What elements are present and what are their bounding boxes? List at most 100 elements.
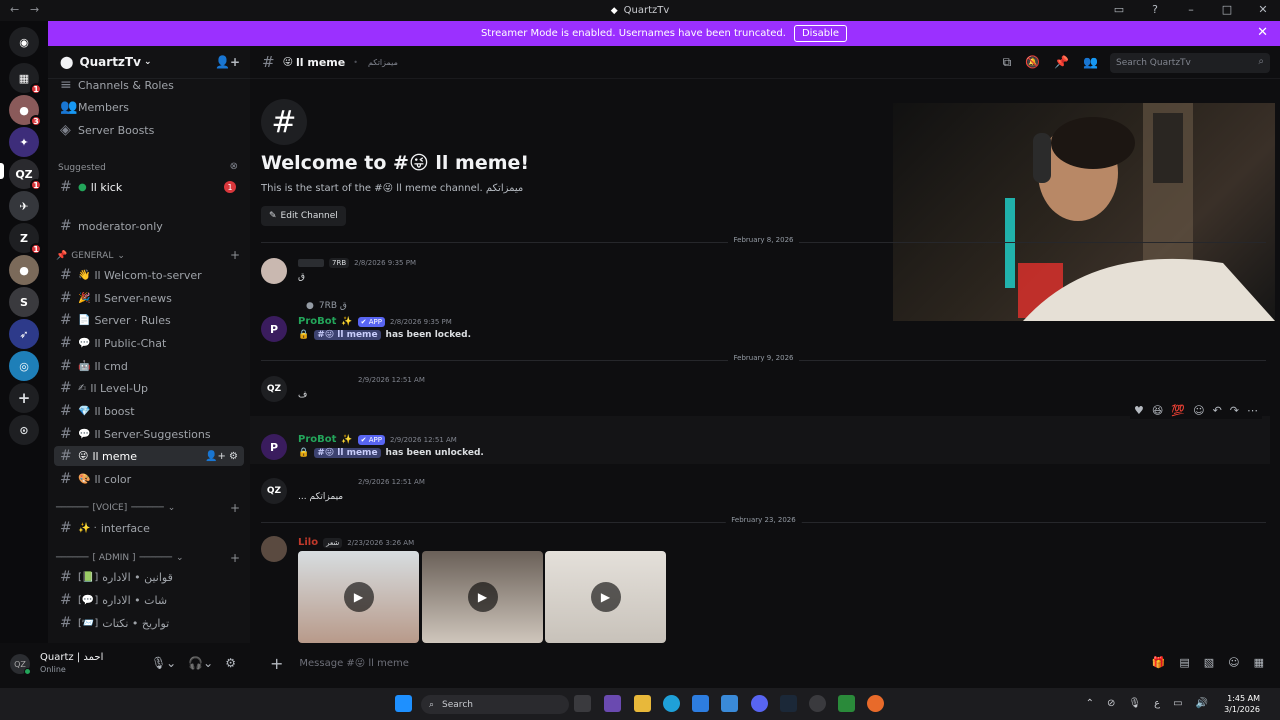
- sidebar-item-kick[interactable]: # ● ll kick 1: [54, 177, 244, 197]
- discord-home-icon[interactable]: ◉: [9, 27, 39, 57]
- channel-topic[interactable]: ميمزاتكم: [368, 58, 398, 67]
- back-arrow-icon[interactable]: ←: [10, 3, 19, 16]
- add-server-icon[interactable]: +: [9, 383, 39, 413]
- sidebar-item-channel[interactable]: # 💬 ll Server-Suggestions: [54, 424, 244, 444]
- message-input[interactable]: Message #😜 ll meme: [299, 658, 409, 669]
- firefox-icon[interactable]: [867, 695, 884, 712]
- server-icon[interactable]: ▦ 1: [9, 63, 42, 95]
- sticker-icon[interactable]: ▧: [1204, 656, 1214, 669]
- category-admin[interactable]: ──────[ ADMIN ] ────── ⌄: [56, 553, 184, 563]
- user-names[interactable]: Quartz | احمد Online: [40, 652, 103, 676]
- avatar[interactable]: QZ: [10, 654, 31, 675]
- app-icon[interactable]: [838, 695, 855, 712]
- sidebar-item-admin-log[interactable]: # [📨] تواريخ • نكتات: [54, 613, 244, 633]
- task-view-icon[interactable]: [574, 695, 591, 712]
- inbox-icon[interactable]: ▭: [1112, 3, 1126, 16]
- help-icon[interactable]: ?: [1148, 3, 1162, 16]
- add-channel-icon[interactable]: +: [230, 248, 240, 262]
- avatar[interactable]: QZ: [261, 376, 287, 402]
- emoji-icon[interactable]: ☺: [1228, 656, 1239, 669]
- forward-arrow-icon[interactable]: →: [30, 3, 39, 16]
- discord-taskbar-icon[interactable]: [751, 695, 768, 712]
- notifications-muted-icon[interactable]: 🔕: [1025, 55, 1040, 70]
- pin-icon[interactable]: 📌: [1054, 55, 1069, 70]
- sidebar-item-server-boosts[interactable]: ◈ Server Boosts: [54, 120, 244, 140]
- search-input[interactable]: Search QuartzTv ⌕: [1110, 53, 1270, 73]
- message-composer[interactable]: + Message #😜 ll meme 🎁 ▤ ▧ ☺ ▦: [260, 649, 1270, 677]
- sidebar-item-channel[interactable]: # ✍ ll Level-Up: [54, 378, 244, 398]
- microphone-icon[interactable]: 🎙⌄: [151, 656, 176, 670]
- gif-icon[interactable]: ▤: [1179, 656, 1189, 669]
- server-icon[interactable]: ✦: [9, 127, 39, 157]
- taskbar-clock[interactable]: 1:45 AM 3/1/2026: [1224, 693, 1260, 715]
- headphones-icon[interactable]: 🎧⌄: [188, 656, 213, 670]
- sidebar-item-moderator-only[interactable]: # moderator-only: [54, 216, 244, 236]
- server-icon[interactable]: QZ 1: [9, 159, 42, 191]
- chevron-up-icon[interactable]: ⌃: [1086, 698, 1094, 709]
- add-channel-icon[interactable]: +: [230, 501, 240, 515]
- server-icon[interactable]: S: [9, 287, 39, 317]
- apps-icon[interactable]: ▦: [1254, 656, 1264, 669]
- gear-icon[interactable]: ⚙: [225, 656, 236, 670]
- sidebar-item-members[interactable]: 👥 Members: [54, 97, 244, 117]
- channel-settings-icon[interactable]: 👤+ ⚙: [205, 451, 238, 462]
- forward-icon[interactable]: ↷: [1230, 404, 1239, 417]
- reply-icon[interactable]: ↶: [1213, 404, 1222, 417]
- avatar[interactable]: [261, 536, 287, 562]
- sidebar-item-admin-rules[interactable]: # [📗] قوانين • الاداره: [54, 567, 244, 587]
- more-icon[interactable]: ⋯: [1247, 404, 1258, 417]
- close-icon[interactable]: ✕: [1257, 25, 1268, 40]
- discover-icon[interactable]: ⊙: [9, 415, 39, 445]
- sidebar-item-channels-roles[interactable]: ≡ Channels & Roles: [54, 75, 244, 95]
- smile-reaction-icon[interactable]: 😆: [1152, 404, 1163, 417]
- truncated-username[interactable]: [298, 259, 324, 267]
- volume-icon[interactable]: 🔊: [1196, 698, 1208, 709]
- invite-icon[interactable]: 👤+: [215, 55, 240, 69]
- play-icon[interactable]: ▶: [590, 582, 621, 612]
- obs-icon[interactable]: [809, 695, 826, 712]
- store-icon[interactable]: [692, 695, 709, 712]
- windows-start-icon[interactable]: [395, 695, 412, 712]
- maximize-button[interactable]: □: [1220, 3, 1234, 16]
- hundred-reaction-icon[interactable]: 💯: [1171, 404, 1185, 417]
- sidebar-item-interface[interactable]: # ✨ · interface: [54, 518, 244, 538]
- server-icon[interactable]: ◎: [9, 351, 39, 381]
- category-general[interactable]: 📌 GENERAL ⌄: [56, 251, 125, 261]
- category-voice[interactable]: ────── [VOICE] ────── ⌄: [56, 503, 175, 513]
- widgets-icon[interactable]: [604, 695, 621, 712]
- server-icon[interactable]: ● 3: [9, 95, 42, 127]
- server-icon[interactable]: ✈: [9, 191, 39, 221]
- microphone-icon[interactable]: 🎙: [1128, 698, 1141, 709]
- sidebar-item-channel[interactable]: # 😜 ll meme 👤+ ⚙: [54, 446, 244, 466]
- member-list-icon[interactable]: 👥: [1083, 55, 1098, 70]
- edit-channel-button[interactable]: ✎ Edit Channel: [261, 206, 346, 226]
- author-name[interactable]: ProBot: [298, 434, 336, 445]
- sidebar-item-channel[interactable]: # 🎨 ll color: [54, 469, 244, 489]
- video-attachment[interactable]: ▶: [298, 551, 419, 643]
- play-icon[interactable]: ▶: [343, 582, 374, 612]
- disable-streamer-mode-button[interactable]: Disable: [793, 25, 848, 42]
- author-name[interactable]: ProBot: [298, 316, 336, 327]
- sidebar-item-channel[interactable]: # 👋 ll Welcom-to-server: [54, 265, 244, 285]
- server-icon[interactable]: Z1: [9, 223, 42, 255]
- taskbar-search[interactable]: ⌕ Search: [421, 695, 569, 714]
- author-name[interactable]: Lilo: [298, 537, 318, 548]
- sidebar-item-channel[interactable]: # 📄 Server · Rules: [54, 310, 244, 330]
- close-window-button[interactable]: ✕: [1256, 3, 1270, 16]
- sidebar-item-channel[interactable]: # 🎉 ll Server-news: [54, 288, 244, 308]
- network-icon[interactable]: ▭: [1173, 698, 1182, 709]
- add-channel-icon[interactable]: +: [230, 551, 240, 565]
- channel-mention[interactable]: #😜 ll meme: [314, 448, 381, 458]
- video-attachment[interactable]: ▶: [545, 551, 666, 643]
- steam-icon[interactable]: [780, 695, 797, 712]
- avatar[interactable]: P: [261, 434, 287, 460]
- gift-icon[interactable]: 🎁: [1152, 656, 1166, 669]
- add-attachment-icon[interactable]: +: [270, 654, 283, 673]
- server-icon[interactable]: ➶: [9, 319, 39, 349]
- threads-icon[interactable]: ⧉: [1003, 55, 1012, 70]
- sidebar-item-channel[interactable]: # 🤖 ll cmd: [54, 356, 244, 376]
- channel-mention[interactable]: #😜 ll meme: [314, 330, 381, 340]
- play-icon[interactable]: ▶: [467, 582, 498, 612]
- reply-preview[interactable]: ● 7RB ق: [306, 301, 347, 311]
- avatar[interactable]: [261, 258, 287, 284]
